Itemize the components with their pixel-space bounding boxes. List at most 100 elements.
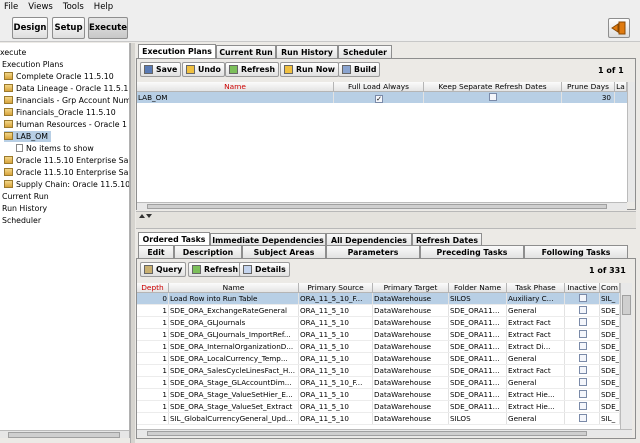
execute-button[interactable]: Execute xyxy=(88,17,128,39)
inactive-checkbox[interactable] xyxy=(578,414,587,422)
tab-run-history[interactable]: Run History xyxy=(276,45,338,58)
tab-subject-areas[interactable]: Subject Areas xyxy=(242,245,326,258)
query-button[interactable]: Query xyxy=(140,262,187,277)
col-header-full-load[interactable]: Full Load Always xyxy=(334,82,424,92)
col-header-prune-days[interactable]: Prune Days xyxy=(562,82,615,92)
cell-folder: SDE_ORA11... xyxy=(449,353,507,364)
inactive-checkbox[interactable] xyxy=(578,354,587,362)
scrollbar-thumb[interactable] xyxy=(147,204,607,209)
tree-item-plan[interactable]: Financials_Oracle 11.5.10 xyxy=(4,107,116,118)
inactive-checkbox[interactable] xyxy=(578,318,587,326)
tree-item-scheduler[interactable]: Scheduler xyxy=(2,215,41,226)
tree-item-execute[interactable]: xecute xyxy=(0,47,26,58)
inactive-checkbox[interactable] xyxy=(578,330,587,338)
tree-item-plan-selected[interactable]: LAB_OM xyxy=(4,131,51,142)
table-row[interactable]: 1 SDE_ORA_ExchangeRateGeneral ORA_11_5_10 D… xyxy=(137,305,620,317)
table-row[interactable]: 1 SDE_ORA_SalesCycleLinesFact_H... ORA_11_… xyxy=(137,365,620,377)
scrollbar-thumb[interactable] xyxy=(622,295,631,315)
tab-ordered-tasks[interactable]: Ordered Tasks xyxy=(138,232,210,246)
table-row[interactable]: 1 SDE_ORA_InternalOrganizationD... ORA_11_… xyxy=(137,341,620,353)
cell-folder: SDE_ORA11... xyxy=(449,329,507,340)
inactive-checkbox[interactable] xyxy=(578,306,587,314)
undo-button[interactable]: Undo xyxy=(182,62,225,77)
col-header-depth[interactable]: Depth xyxy=(137,283,169,293)
col-header-name[interactable]: Name xyxy=(169,283,299,293)
scrollbar-thumb[interactable] xyxy=(8,432,120,438)
inactive-checkbox[interactable] xyxy=(578,366,587,374)
col-header-com[interactable]: Com xyxy=(600,283,620,293)
table-row[interactable]: 1 SIL_GlobalCurrencyGeneral_Upd... ORA_11_… xyxy=(137,413,620,425)
inactive-checkbox[interactable] xyxy=(578,342,587,350)
tree-item-plan[interactable]: Data Lineage - Oracle 11.5.1 xyxy=(4,83,128,94)
tree-item-plan[interactable]: Oracle 11.5.10 Enterprise Sa xyxy=(4,155,128,166)
tab-execution-plans[interactable]: Execution Plans xyxy=(138,44,216,58)
table-row[interactable]: 1 SDE_ORA_GLJournals_ImportRef... ORA_11_5… xyxy=(137,329,620,341)
details-button[interactable]: Details xyxy=(239,262,290,277)
menu-tools[interactable]: Tools xyxy=(63,2,84,12)
table-row[interactable]: 1 SDE_ORA_LocalCurrency_Temp... ORA_11_5_1… xyxy=(137,353,620,365)
col-header-separate-refresh[interactable]: Keep Separate Refresh Dates xyxy=(424,82,562,92)
col-header-primary-source[interactable]: Primary Source xyxy=(299,283,373,293)
tab-following-tasks[interactable]: Following Tasks xyxy=(524,245,628,258)
cell-com: SDE_ xyxy=(601,401,620,412)
tab-edit[interactable]: Edit xyxy=(138,245,174,258)
inactive-checkbox[interactable] xyxy=(578,402,587,410)
table-row[interactable]: 1 SDE_ORA_Stage_ValueSetHier_E... ORA_11_5… xyxy=(137,389,620,401)
cell-folder: SDE_ORA11... xyxy=(449,389,507,400)
save-button[interactable]: Save xyxy=(140,62,182,77)
cell-depth: 1 xyxy=(137,305,169,316)
tree-item-plan[interactable]: Human Resources - Oracle 1 xyxy=(4,119,127,130)
setup-button[interactable]: Setup xyxy=(52,17,85,39)
col-header-last[interactable]: La xyxy=(615,82,627,92)
tab-scheduler[interactable]: Scheduler xyxy=(338,45,392,58)
inactive-checkbox[interactable] xyxy=(578,294,587,302)
exit-icon[interactable] xyxy=(608,18,630,38)
design-button[interactable]: Design xyxy=(12,17,48,39)
table-row[interactable]: 0 Load Row into Run Table ORA_11_5_10_F...… xyxy=(137,293,620,305)
col-header-inactive[interactable]: Inactive xyxy=(565,283,600,293)
cell-src: ORA_11_5_10 xyxy=(299,353,373,364)
col-header-primary-target[interactable]: Primary Target xyxy=(373,283,449,293)
tree-item-execution-plans[interactable]: Execution Plans xyxy=(2,59,63,70)
scrollbar-thumb[interactable] xyxy=(147,431,587,436)
inactive-checkbox[interactable] xyxy=(578,378,587,386)
pane-splitter[interactable] xyxy=(136,211,636,229)
tree-item-current-run[interactable]: Current Run xyxy=(2,191,49,202)
table-row[interactable]: 1 SDE_ORA_Stage_ValueSet_Extract ORA_11_5_… xyxy=(137,401,620,413)
tree-item-run-history[interactable]: Run History xyxy=(2,203,47,214)
separate-refresh-checkbox[interactable] xyxy=(489,93,497,101)
menu-views[interactable]: Views xyxy=(28,2,53,12)
menu-help[interactable]: Help xyxy=(94,2,113,12)
table-row-selected[interactable]: LAB_OM ✓ 30 xyxy=(137,92,627,103)
tab-preceding-tasks[interactable]: Preceding Tasks xyxy=(420,245,524,258)
cell-tgt: DataWarehouse xyxy=(373,353,449,364)
build-button[interactable]: Build xyxy=(338,62,381,77)
refresh-tasks-button[interactable]: Refresh xyxy=(188,262,243,277)
refresh-button[interactable]: Refresh xyxy=(225,62,280,77)
inactive-checkbox[interactable] xyxy=(578,390,587,398)
cell-inactive xyxy=(565,413,600,424)
tasks-vertical-scrollbar[interactable] xyxy=(620,283,632,429)
cell-name: SDE_ORA_SalesCycleLinesFact_H... xyxy=(169,365,299,376)
table-row[interactable]: 1 SDE_ORA_GLJournals ORA_11_5_10 DataWareho… xyxy=(137,317,620,329)
col-header-name[interactable]: Name xyxy=(137,82,334,92)
menu-file[interactable]: File xyxy=(4,2,18,12)
col-header-folder-name[interactable]: Folder Name xyxy=(449,283,507,293)
run-now-button[interactable]: Run Now xyxy=(280,62,339,77)
split-divider[interactable] xyxy=(130,43,135,443)
tree-item-plan[interactable]: Financials - Grp Account Num xyxy=(4,95,129,106)
tree-item-plan[interactable]: Complete Oracle 11.5.10 xyxy=(4,71,114,82)
full-load-checkbox[interactable]: ✓ xyxy=(375,95,383,103)
tree-horizontal-scrollbar[interactable] xyxy=(0,430,129,438)
top-horizontal-scrollbar[interactable] xyxy=(137,202,627,210)
cell-separate xyxy=(424,92,562,103)
tab-current-run[interactable]: Current Run xyxy=(216,45,276,58)
col-header-task-phase[interactable]: Task Phase xyxy=(507,283,565,293)
top-vertical-scrollbar[interactable] xyxy=(627,82,635,202)
tree-item-plan[interactable]: Oracle 11.5.10 Enterprise Sa xyxy=(4,167,128,178)
table-row[interactable]: 1 SDE_ORA_Stage_GLAccountDim... ORA_11_5_1… xyxy=(137,377,620,389)
tree-item-plan[interactable]: Supply Chain: Oracle 11.5.10 xyxy=(4,179,129,190)
tab-description[interactable]: Description xyxy=(174,245,242,258)
tasks-horizontal-scrollbar[interactable] xyxy=(137,429,632,437)
tab-parameters[interactable]: Parameters xyxy=(326,245,420,258)
